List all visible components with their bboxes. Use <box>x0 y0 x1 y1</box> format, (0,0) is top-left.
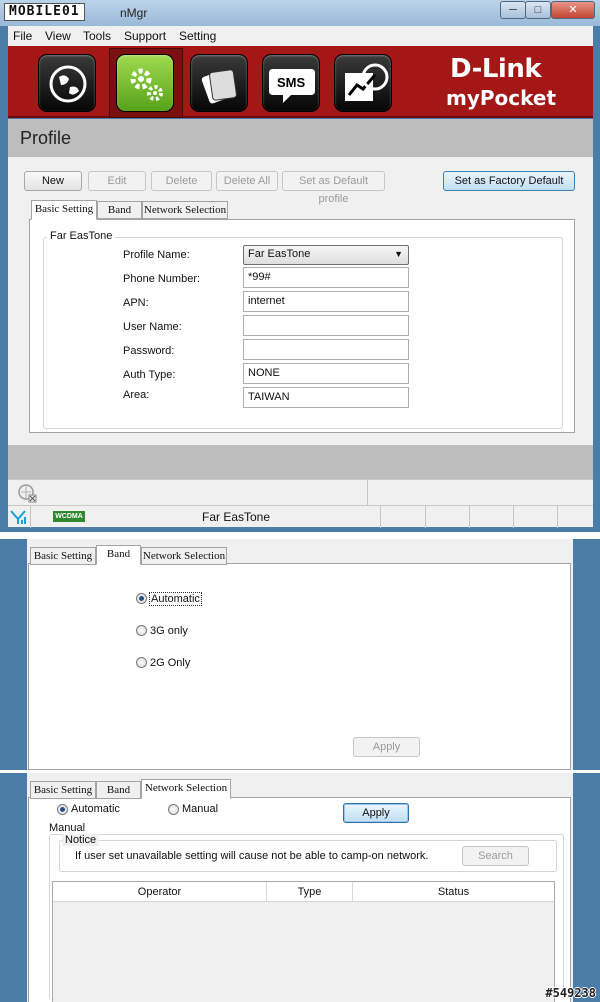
settings-icon <box>130 68 163 101</box>
page-title: Profile <box>20 128 72 148</box>
area-field[interactable]: TAIWAN <box>243 387 409 408</box>
status-divider <box>425 506 426 528</box>
status-divider <box>557 506 558 528</box>
product-logo: myPocket <box>446 86 557 110</box>
settings-tool-button[interactable] <box>116 54 174 112</box>
brand-logo: D-Link <box>450 54 542 84</box>
set-default-profile-button[interactable]: Set as Default profile <box>282 171 385 205</box>
band-panel: Basic Setting Band Network Selection Aut… <box>27 539 573 770</box>
phone-number-field[interactable]: *99# <box>243 267 409 288</box>
delete-button[interactable]: Delete <box>151 171 212 191</box>
manual-group-title: Manual <box>49 822 86 834</box>
tab-band[interactable]: Band <box>96 545 141 565</box>
menu-setting[interactable]: Setting <box>179 29 216 43</box>
new-button[interactable]: New <box>24 171 82 191</box>
menu-view[interactable]: View <box>45 29 71 43</box>
menu-file[interactable]: File <box>13 29 32 43</box>
close-button[interactable]: ✕ <box>551 1 595 19</box>
network-panel: Basic Setting Band Network Selection Aut… <box>27 773 573 1002</box>
band-automatic-label[interactable]: Automatic <box>149 592 202 606</box>
window-title: nMgr <box>120 6 148 20</box>
sms-tool-button[interactable]: SMS <box>262 54 320 112</box>
delete-all-button[interactable]: Delete All <box>216 171 278 191</box>
statistics-tool-button[interactable] <box>334 54 392 112</box>
network-manual-radio[interactable] <box>168 804 179 815</box>
title-bar[interactable]: MOBILE01 nMgr ─ □ ✕ <box>0 0 600 26</box>
sms-icon-label: SMS <box>277 75 306 90</box>
menu-tools[interactable]: Tools <box>83 29 111 43</box>
profile-content: New Edit Delete Delete All Set as Defaul… <box>8 157 593 445</box>
menu-support[interactable]: Support <box>124 29 166 43</box>
password-label: Password: <box>123 345 175 357</box>
column-header-status[interactable]: Status <box>353 882 554 902</box>
tab-network-selection[interactable]: Network Selection <box>141 547 227 565</box>
menu-bar: File View Tools Support Setting <box>8 26 593 46</box>
tab-basic-setting[interactable]: Basic Setting <box>30 547 96 565</box>
status-divider <box>30 506 31 528</box>
operator-list-header: Operator Type Status <box>53 882 554 902</box>
tab-network-selection[interactable]: Network Selection <box>142 201 228 219</box>
chevron-down-icon: ▼ <box>394 249 403 259</box>
network-type-badge: WCDMA <box>53 511 85 522</box>
watermark: #549238 <box>545 986 596 1000</box>
auth-type-label: Auth Type: <box>123 369 176 381</box>
network-automatic-radio[interactable] <box>57 804 68 815</box>
user-name-label: User Name: <box>123 321 182 333</box>
internet-tool-button[interactable] <box>38 54 96 112</box>
connection-status-icon <box>18 484 37 503</box>
edit-button[interactable]: Edit <box>88 171 146 191</box>
footer-bar <box>8 445 593 479</box>
profile-name-value: Far EasTone <box>248 248 311 260</box>
maximize-button[interactable]: □ <box>525 1 551 19</box>
minimize-button[interactable]: ─ <box>500 1 526 19</box>
band-3g-label[interactable]: 3G only <box>150 625 188 637</box>
column-header-type[interactable]: Type <box>267 882 353 902</box>
status-divider <box>469 506 470 528</box>
app-logo: MOBILE01 <box>4 3 85 21</box>
auth-type-field[interactable]: NONE <box>243 363 409 384</box>
profile-name-select[interactable]: Far EasTone ▼ <box>243 245 409 265</box>
operator-list[interactable]: Operator Type Status <box>52 881 555 1002</box>
tab-band[interactable]: Band <box>96 781 141 799</box>
band-automatic-radio[interactable] <box>136 593 147 604</box>
status-bar: WCDMA Far EasTone <box>8 505 593 528</box>
signal-strength-icon <box>10 510 26 524</box>
apn-field[interactable]: internet <box>243 291 409 312</box>
status-divider <box>513 506 514 528</box>
statistics-icon <box>345 63 389 101</box>
band-apply-button[interactable]: Apply <box>353 737 420 757</box>
network-manual-label[interactable]: Manual <box>182 803 218 815</box>
band-2g-label[interactable]: 2G Only <box>150 657 190 669</box>
phonebook-tool-button[interactable] <box>190 54 248 112</box>
band-page <box>28 563 571 770</box>
network-apply-button[interactable]: Apply <box>343 803 409 823</box>
profile-name-label: Profile Name: <box>123 249 190 261</box>
toolbar-banner: SMS D-Link myPocket <box>8 46 593 118</box>
band-2g-radio[interactable] <box>136 657 147 668</box>
apn-label: APN: <box>123 297 149 309</box>
column-header-operator[interactable]: Operator <box>53 882 267 902</box>
search-button[interactable]: Search <box>462 846 529 866</box>
page-header: Profile <box>8 119 593 157</box>
internet-icon <box>49 65 87 103</box>
notice-group-title: Notice <box>62 834 100 846</box>
profile-group-title: Far EasTone <box>47 230 116 242</box>
phone-number-label: Phone Number: <box>123 273 201 285</box>
password-field[interactable] <box>243 339 409 360</box>
status-divider <box>367 480 368 506</box>
band-3g-radio[interactable] <box>136 625 147 636</box>
operator-name: Far EasTone <box>202 510 271 524</box>
network-automatic-label[interactable]: Automatic <box>71 803 120 815</box>
phonebook-icon <box>201 69 237 104</box>
tab-basic-setting[interactable]: Basic Setting <box>30 781 96 799</box>
user-name-field[interactable] <box>243 315 409 336</box>
tab-network-selection[interactable]: Network Selection <box>141 779 231 799</box>
area-label: Area: <box>123 389 150 401</box>
status-bar-top <box>8 479 593 506</box>
status-divider <box>380 506 381 528</box>
tab-band[interactable]: Band <box>97 201 142 219</box>
set-factory-default-button[interactable]: Set as Factory Default <box>443 171 575 191</box>
tab-basic-setting[interactable]: Basic Setting <box>31 200 97 220</box>
notice-text: If user set unavailable setting will cau… <box>75 850 429 862</box>
